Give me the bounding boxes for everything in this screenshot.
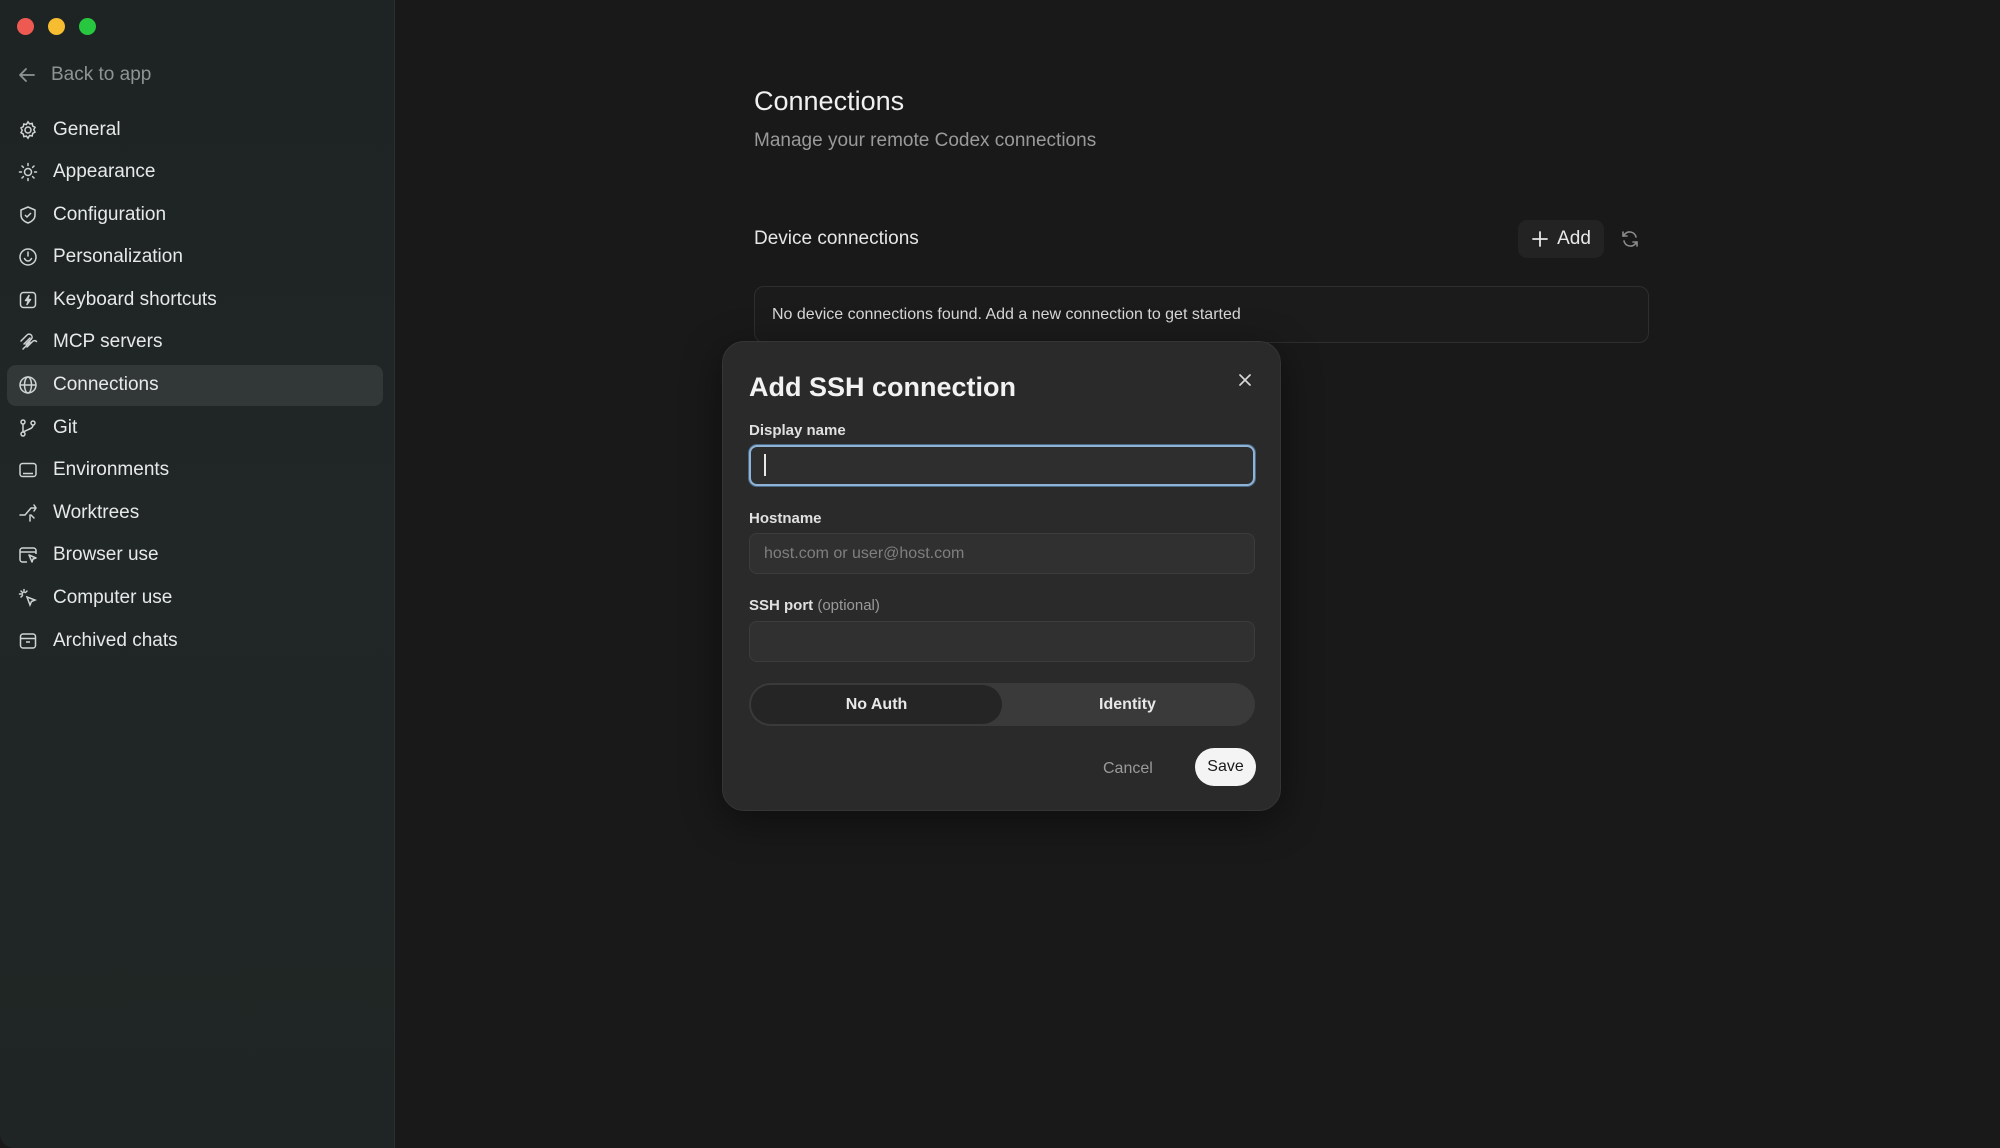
git-branch-icon: [20, 418, 36, 437]
empty-connections-message: No device connections found. Add a new c…: [754, 286, 1649, 343]
smile-icon: [19, 248, 37, 267]
empty-message-text: No device connections found. Add a new c…: [772, 305, 1241, 323]
sidebar-item-label: Computer use: [53, 587, 173, 609]
sidebar-item-label: MCP servers: [53, 331, 163, 353]
hostname-input[interactable]: [749, 533, 1255, 574]
optional-hint: (optional): [817, 597, 880, 614]
gear-icon: [20, 119, 36, 140]
sidebar-item-label: Environments: [53, 459, 170, 481]
sidebar-item-environments[interactable]: Environments: [7, 450, 383, 491]
mcp-icon: [20, 333, 38, 351]
back-to-app-label: Back to app: [51, 64, 152, 85]
window-controls: [17, 18, 96, 35]
display-name-input[interactable]: [749, 445, 1255, 486]
sidebar-item-personalization[interactable]: Personalization: [7, 237, 383, 278]
auth-option-identity[interactable]: Identity: [1002, 685, 1253, 724]
page-subtitle: Manage your remote Codex connections: [754, 130, 1097, 151]
sidebar-item-label: General: [53, 118, 121, 140]
globe-icon: [19, 376, 37, 394]
close-icon: [1239, 374, 1251, 386]
sidebar-item-worktrees[interactable]: Worktrees: [7, 492, 383, 533]
sidebar-item-label: Browser use: [53, 544, 159, 566]
auth-mode-toggle: No Auth Identity: [749, 683, 1255, 726]
sidebar: Back to app General Appearance Configura…: [0, 0, 395, 1148]
sidebar-item-configuration[interactable]: Configuration: [7, 194, 383, 235]
close-window-button[interactable]: [17, 18, 34, 35]
page-title: Connections: [754, 86, 905, 116]
close-dialog-button[interactable]: [1235, 370, 1255, 390]
sidebar-item-label: Appearance: [53, 161, 156, 183]
back-to-app-link[interactable]: Back to app: [17, 64, 151, 86]
sidebar-item-appearance[interactable]: Appearance: [7, 152, 383, 193]
add-connection-button[interactable]: Add: [1518, 220, 1604, 258]
plus-icon: [1532, 231, 1548, 247]
add-button-label: Add: [1557, 228, 1591, 249]
minimize-window-button[interactable]: [48, 18, 65, 35]
sidebar-item-label: Personalization: [53, 246, 183, 268]
browser-icon: [19, 547, 37, 564]
archive-icon: [19, 632, 37, 649]
sidebar-item-label: Connections: [53, 374, 159, 396]
sidebar-item-connections[interactable]: Connections: [7, 364, 383, 406]
sidebar-item-git[interactable]: Git: [7, 407, 383, 448]
text-caret: [764, 454, 766, 476]
hostname-label: Hostname: [749, 510, 822, 527]
save-button[interactable]: Save: [1195, 748, 1256, 786]
refresh-button[interactable]: [1617, 226, 1643, 252]
dialog-title: Add SSH connection: [749, 372, 1017, 402]
arrow-left-icon: [19, 68, 35, 82]
sidebar-item-label: Git: [53, 416, 78, 438]
settings-nav: General Appearance Configuration Persona…: [7, 109, 383, 663]
device-connections-heading: Device connections: [754, 228, 919, 249]
refresh-icon: [1622, 231, 1638, 247]
sidebar-item-mcp-servers[interactable]: MCP servers: [7, 322, 383, 363]
ssh-port-label: SSH port (optional): [749, 597, 880, 614]
sidebar-item-computer-use[interactable]: Computer use: [7, 578, 383, 619]
sidebar-item-general[interactable]: General: [7, 109, 383, 150]
sun-icon: [18, 162, 38, 182]
worktree-icon: [19, 504, 37, 522]
keyboard-icon: [19, 291, 37, 309]
sidebar-item-keyboard-shortcuts[interactable]: Keyboard shortcuts: [7, 279, 383, 320]
sidebar-item-label: Configuration: [53, 203, 167, 225]
monitor-icon: [19, 463, 37, 478]
sidebar-item-archived-chats[interactable]: Archived chats: [7, 620, 383, 661]
display-name-label: Display name: [749, 422, 846, 439]
sidebar-item-label: Worktrees: [53, 501, 140, 523]
sidebar-item-browser-use[interactable]: Browser use: [7, 535, 383, 576]
auth-option-no-auth[interactable]: No Auth: [751, 685, 1002, 724]
ssh-port-input[interactable]: [749, 621, 1255, 662]
cursor-sparkle-icon: [18, 588, 38, 608]
add-ssh-connection-dialog: Add SSH connection Display name Hostname…: [722, 341, 1281, 811]
sidebar-item-label: Archived chats: [53, 629, 178, 651]
sidebar-item-label: Keyboard shortcuts: [53, 288, 217, 310]
ssh-port-label-text: SSH port: [749, 597, 814, 614]
cancel-button[interactable]: Cancel: [1103, 756, 1153, 782]
shield-icon: [20, 205, 36, 224]
maximize-window-button[interactable]: [79, 18, 96, 35]
